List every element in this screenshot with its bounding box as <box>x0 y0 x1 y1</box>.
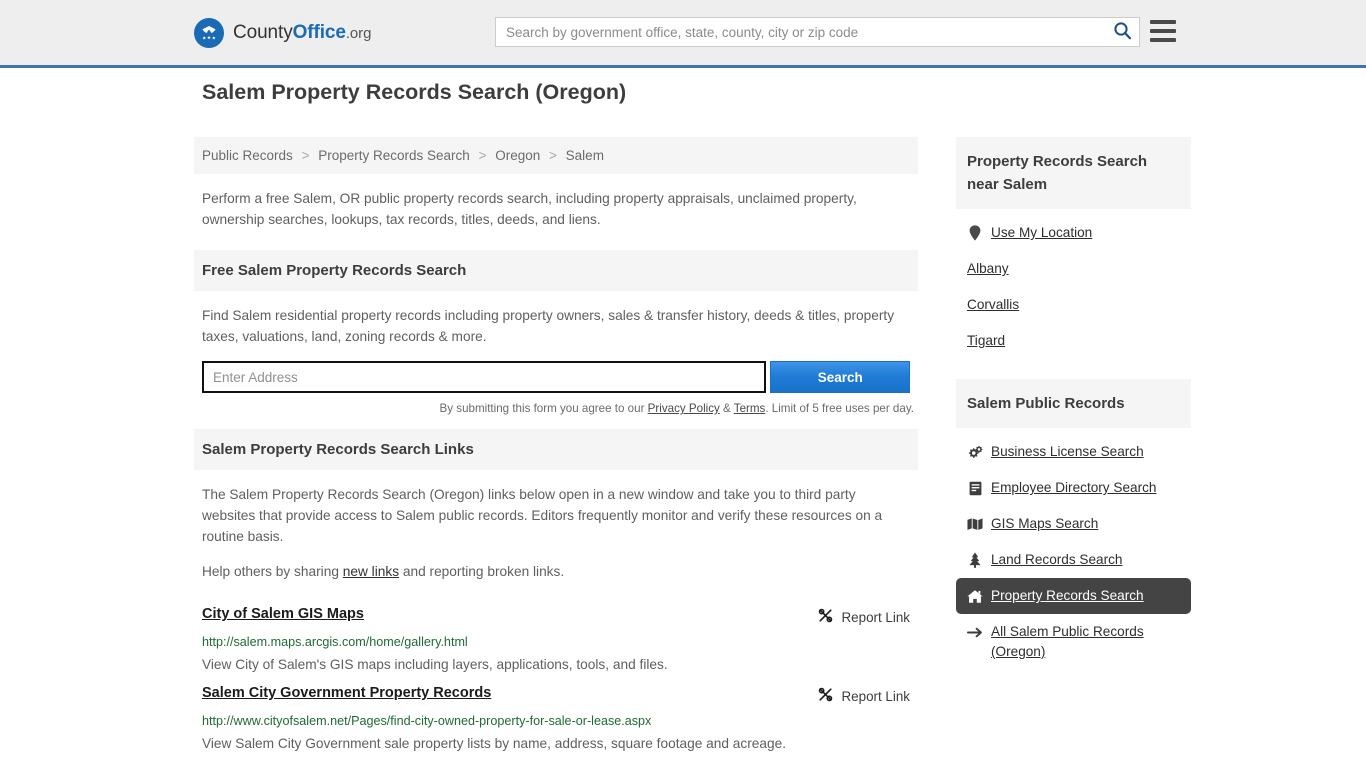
breadcrumb-item-salem[interactable]: Salem <box>566 148 604 163</box>
tree-icon <box>967 552 983 568</box>
sidebar-link-employee-directory-search[interactable]: Employee Directory Search <box>991 478 1156 498</box>
breadcrumb: Public Records > Property Records Search… <box>194 137 918 174</box>
arrow-right-icon <box>967 624 983 640</box>
sidebar-item-all-salem-public-records[interactable]: All Salem Public Records (Oregon) <box>956 614 1191 670</box>
sidebar-link-all-salem-public-records[interactable]: All Salem Public Records (Oregon) <box>991 622 1180 662</box>
sidebar: Property Records Search near Salem Use M… <box>956 137 1191 674</box>
main-column: Public Records > Property Records Search… <box>194 137 918 754</box>
free-search-description: Find Salem residential property records … <box>202 308 895 344</box>
sidebar-item-use-my-location[interactable]: Use My Location <box>956 215 1191 251</box>
links-section-paragraph: The Salem Property Records Search (Orego… <box>202 487 883 544</box>
sidebar-records-heading: Salem Public Records <box>956 379 1191 428</box>
brand-text: CountyOffice.org <box>233 22 371 44</box>
address-search-form: Search <box>202 361 910 393</box>
report-link-label: Report Link <box>841 609 910 625</box>
sidebar-link-property-records-search[interactable]: Property Records Search <box>991 586 1144 606</box>
link-result-header: City of Salem GIS Maps Report Link <box>202 606 910 627</box>
search-icon <box>1113 21 1132 43</box>
links-section-help: Help others by sharing new links and rep… <box>202 561 910 582</box>
map-pin-icon <box>967 225 983 241</box>
global-search-input[interactable] <box>496 19 1105 45</box>
sidebar-item-property-records-search[interactable]: Property Records Search <box>956 578 1191 614</box>
address-search-button[interactable]: Search <box>770 361 910 393</box>
site-header: CountyOffice.org <box>0 0 1366 68</box>
sidebar-link-tigard[interactable]: Tigard <box>967 331 1005 351</box>
terms-link[interactable]: Terms <box>734 402 766 415</box>
link-result-title[interactable]: Salem City Government Property Records <box>202 685 491 701</box>
form-disclaimer: By submitting this form you agree to our… <box>194 402 914 415</box>
sidebar-link-albany[interactable]: Albany <box>967 259 1009 279</box>
brand-part-office: Office <box>292 21 346 43</box>
disclaimer-post: . Limit of 5 free uses per day. <box>765 402 914 415</box>
breadcrumb-item-oregon[interactable]: Oregon <box>495 148 540 163</box>
address-input[interactable] <box>202 361 767 393</box>
link-result-title[interactable]: City of Salem GIS Maps <box>202 606 364 622</box>
disclaimer-amp: & <box>719 402 734 415</box>
sidebar-link-land-records-search[interactable]: Land Records Search <box>991 550 1122 570</box>
links-section-heading: Salem Property Records Search Links <box>194 429 918 470</box>
home-icon <box>967 588 983 604</box>
sidebar-item-corvallis[interactable]: Corvallis <box>956 287 1191 323</box>
content-wrapper: Public Records > Property Records Search… <box>194 119 1191 754</box>
sidebar-item-employee-directory-search[interactable]: Employee Directory Search <box>956 470 1191 506</box>
breadcrumb-item-property-records-search[interactable]: Property Records Search <box>318 148 470 163</box>
brand-part-county: County <box>233 21 293 43</box>
link-result-item: City of Salem GIS Maps Report Link http:… <box>194 596 918 675</box>
report-link-button[interactable]: Report Link <box>817 685 910 706</box>
sidebar-records-list: Business License Search Employee Directo… <box>956 428 1191 674</box>
global-search-button[interactable] <box>1105 18 1139 46</box>
free-search-body: Find Salem residential property records … <box>194 291 918 347</box>
sidebar-link-gis-maps-search[interactable]: GIS Maps Search <box>991 514 1098 534</box>
sidebar-item-albany[interactable]: Albany <box>956 251 1191 287</box>
page-title: Salem Property Records Search (Oregon) <box>202 80 627 104</box>
breadcrumb-separator: > <box>549 148 557 163</box>
book-icon <box>967 480 983 496</box>
sidebar-link-corvallis[interactable]: Corvallis <box>967 295 1019 315</box>
global-search-box[interactable] <box>495 17 1140 47</box>
report-link-button[interactable]: Report Link <box>817 606 910 627</box>
sidebar-item-business-license-search[interactable]: Business License Search <box>956 434 1191 470</box>
disclaimer-pre: By submitting this form you agree to our <box>439 402 648 415</box>
link-result-description: View City of Salem's GIS maps including … <box>202 657 668 672</box>
privacy-policy-link[interactable]: Privacy Policy <box>648 402 720 415</box>
map-icon <box>967 516 983 532</box>
brand-part-org: .org <box>345 24 372 42</box>
sidebar-link-business-license-search[interactable]: Business License Search <box>991 442 1144 462</box>
new-links-link[interactable]: new links <box>343 564 399 579</box>
hamburger-bar-1 <box>1150 20 1176 24</box>
link-result-description: View Salem City Government sale property… <box>202 736 787 751</box>
site-logo-link[interactable]: CountyOffice.org <box>194 17 371 48</box>
link-result-url: http://www.cityofsalem.net/Pages/find-ci… <box>202 714 652 728</box>
sidebar-link-use-my-location[interactable]: Use My Location <box>991 223 1092 243</box>
hamburger-menu-icon[interactable] <box>1150 20 1176 42</box>
gears-icon <box>967 444 983 460</box>
help-pre: Help others by sharing <box>202 564 343 579</box>
sidebar-near-list: Use My Location Albany Corvallis Tigard <box>956 209 1191 363</box>
eagle-shield-logo-icon <box>194 17 224 48</box>
broken-link-icon <box>817 686 834 706</box>
sidebar-item-tigard[interactable]: Tigard <box>956 323 1191 359</box>
broken-link-icon <box>817 607 834 627</box>
sidebar-item-land-records-search[interactable]: Land Records Search <box>956 542 1191 578</box>
free-search-heading: Free Salem Property Records Search <box>194 250 918 291</box>
link-result-url: http://salem.maps.arcgis.com/home/galler… <box>202 635 468 649</box>
hamburger-bar-3 <box>1150 38 1176 42</box>
sidebar-item-gis-maps-search[interactable]: GIS Maps Search <box>956 506 1191 542</box>
intro-paragraph: Perform a free Salem, OR public property… <box>202 191 857 227</box>
help-post: and reporting broken links. <box>399 564 565 579</box>
link-result-header: Salem City Government Property Records R… <box>202 685 910 706</box>
breadcrumb-item-public-records[interactable]: Public Records <box>202 148 293 163</box>
sidebar-near-heading: Property Records Search near Salem <box>956 137 1191 209</box>
breadcrumb-separator: > <box>301 148 310 163</box>
report-link-label: Report Link <box>841 688 910 704</box>
link-result-item: Salem City Government Property Records R… <box>194 675 918 754</box>
links-section-body: The Salem Property Records Search (Orego… <box>194 470 918 582</box>
hamburger-bar-2 <box>1150 29 1176 33</box>
breadcrumb-separator: > <box>478 148 487 163</box>
page-container: Salem Property Records Search (Oregon) P… <box>0 80 1366 754</box>
